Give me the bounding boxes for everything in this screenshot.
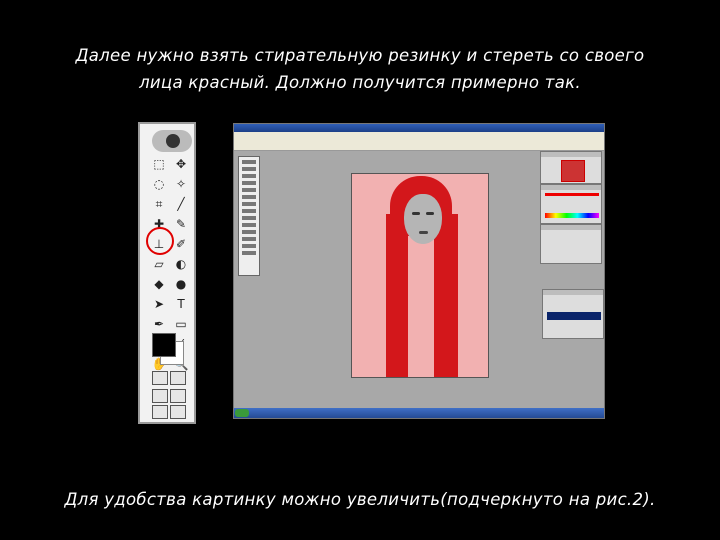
screen-mode-standard-button[interactable] [152,389,168,403]
mini-toolbox [238,156,260,276]
color-panel [540,184,602,224]
quick-mask-button[interactable] [170,371,186,385]
options-bar [234,139,604,151]
slice-icon[interactable]: ╱ [170,196,192,212]
blur-icon[interactable]: ◆ [148,276,170,292]
toolbox-panel: ⬚✥◌✧⌗╱✚✎⊥✐▱◐◆●➤T✒▭▢⁄✋🔍 [138,122,196,424]
layers-panel [542,289,604,339]
marquee-icon[interactable]: ⬚ [148,156,170,172]
window-titlebar [234,124,604,132]
navigator-panel [540,151,602,184]
shape-icon[interactable]: ▭ [170,316,192,332]
photo-canvas[interactable] [351,173,489,378]
move-icon[interactable]: ✥ [170,156,192,172]
type-icon[interactable]: T [170,296,192,312]
hair-right [434,214,458,377]
face-region [404,194,442,244]
start-button[interactable] [235,409,249,417]
magic-wand-icon[interactable]: ✧ [170,176,192,192]
bottom-caption: Для удобства картинку можно увеличить(по… [64,490,656,509]
brush-icon[interactable]: ✎ [170,216,192,232]
lasso-icon[interactable]: ◌ [148,176,170,192]
standard-mode-button[interactable] [152,371,168,385]
crop-icon[interactable]: ⌗ [148,196,170,212]
menu-bar [234,132,604,139]
gradient-icon[interactable]: ◐ [170,256,192,272]
hair-left [386,214,408,377]
eraser-highlight-circle [146,227,174,255]
windows-taskbar [234,408,604,418]
foreground-color-swatch[interactable] [152,333,176,357]
history-panel [540,224,602,264]
screen-mode-full-menu-button[interactable] [170,405,186,419]
top-caption-line-1: Далее нужно взять стирательную резинку и… [75,46,645,65]
dodge-icon[interactable]: ● [170,276,192,292]
adobe-logo-icon[interactable] [152,130,192,152]
top-caption: Далее нужно взять стирательную резинку и… [0,42,720,96]
pen-icon[interactable]: ✒ [148,316,170,332]
top-caption-line-2: лица красный. Должно получится примерно … [139,73,581,92]
photoshop-window [233,123,605,419]
screen-mode-full-button[interactable] [170,389,186,403]
eraser-icon[interactable]: ▱ [148,256,170,272]
path-selection-icon[interactable]: ➤ [148,296,170,312]
jump-to-imageready-button[interactable] [152,405,168,419]
